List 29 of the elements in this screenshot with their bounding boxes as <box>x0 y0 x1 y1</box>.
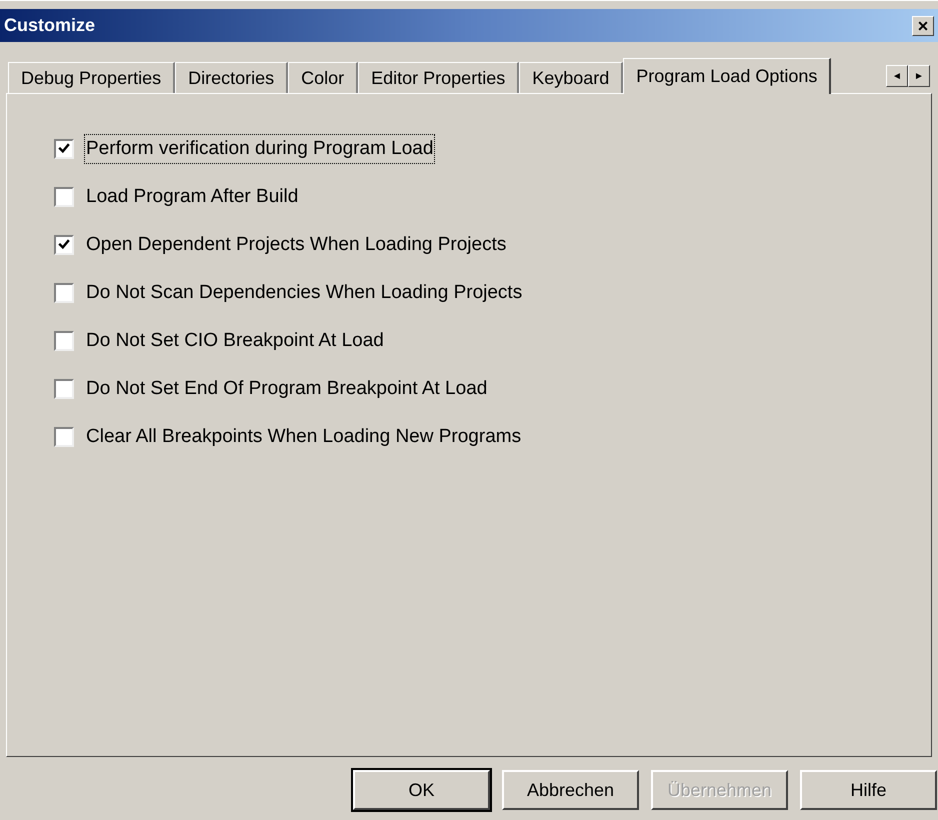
checkbox[interactable] <box>54 139 74 159</box>
window-title: Customize <box>4 14 96 37</box>
check-icon <box>58 143 70 155</box>
close-button[interactable]: × <box>912 16 934 36</box>
checkbox-label[interactable]: Do Not Scan Dependencies When Loading Projects <box>85 278 524 308</box>
tab[interactable]: Directories <box>175 62 288 93</box>
checkbox[interactable] <box>54 379 74 399</box>
checkbox-label[interactable]: Do Not Set End Of Program Breakpoint At Load <box>85 374 488 404</box>
checkbox-label[interactable]: Do Not Set CIO Breakpoint At Load <box>85 326 385 356</box>
dialog-button[interactable]: Abbrechen <box>502 770 639 810</box>
checkbox[interactable] <box>54 187 74 207</box>
scroll-arrow-button[interactable]: ◄ <box>886 65 908 87</box>
checkbox[interactable] <box>54 427 74 447</box>
checkbox-label[interactable]: Load Program After Build <box>85 182 300 212</box>
checkbox[interactable] <box>54 283 74 303</box>
check-icon <box>58 239 70 251</box>
checkbox-label[interactable]: Clear All Breakpoints When Loading New Programs <box>85 422 522 452</box>
tab[interactable]: Editor Properties <box>358 62 520 93</box>
tab[interactable]: Debug Properties <box>8 62 176 93</box>
tab[interactable]: Program Load Options <box>623 58 832 94</box>
checkbox-label[interactable]: Open Dependent Projects When Loading Projects <box>85 230 508 260</box>
tab[interactable]: Keyboard <box>519 62 624 93</box>
dialog-button[interactable]: OK <box>353 770 490 810</box>
checkbox[interactable] <box>54 235 74 255</box>
tab[interactable]: Color <box>288 62 358 93</box>
checkbox[interactable] <box>54 331 74 351</box>
checkbox-label[interactable]: Perform verification during Program Load <box>85 134 434 164</box>
dialog-button[interactable]: Hilfe <box>800 770 937 810</box>
scroll-arrow-button[interactable]: ► <box>908 65 930 87</box>
